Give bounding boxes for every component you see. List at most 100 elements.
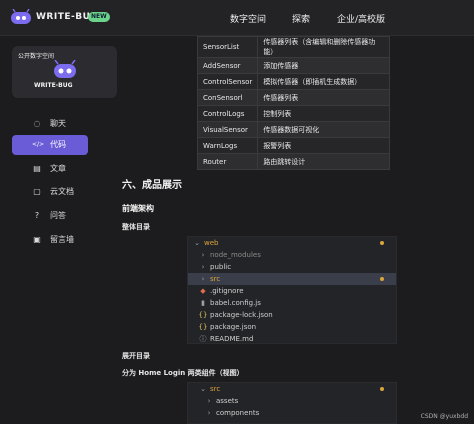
bug-mascot-icon <box>54 60 76 78</box>
top-bar: WRITE-BUG NEW 数字空间 探索 企业/高校版 <box>0 0 474 36</box>
tree-item[interactable]: › assets <box>188 395 396 407</box>
sidebar-item-qa[interactable]: ? 问答 <box>12 206 88 226</box>
tree-item-icon: {} <box>198 323 208 331</box>
tree-item[interactable]: ⌄ src <box>188 383 396 395</box>
tree-item[interactable]: ⓘ README.md <box>188 333 396 345</box>
table-cell-component: Router <box>196 153 259 170</box>
table-row: ConSensorl 传感器列表 <box>196 89 390 106</box>
watermark: CSDN @yuxbdd <box>420 413 468 420</box>
front-end-title: 前端架构 <box>122 204 154 213</box>
tree-item[interactable]: › components <box>188 407 396 419</box>
sidebar-item-label: 聊天 <box>50 119 66 128</box>
tree-item-name: components <box>216 409 260 417</box>
new-badge: NEW <box>88 12 110 22</box>
tree-item-icon: {} <box>198 311 208 319</box>
table-row: AddSensor 添加传感器 <box>196 57 390 74</box>
tree-item-icon: ◆ <box>200 287 206 295</box>
tree-item-icon: › <box>207 397 211 405</box>
tree-item[interactable]: {} package-lock.json <box>188 309 396 321</box>
sidebar-item-label: 云文档 <box>50 187 74 196</box>
tree-item-name: src <box>210 275 221 283</box>
table-row: Router 路由跳转设计 <box>196 153 390 170</box>
sidebar-item-label: 文章 <box>50 164 66 173</box>
section-title: 六、成品展示 <box>122 180 182 191</box>
table-cell-component: ConSensorl <box>196 89 259 106</box>
tree-item[interactable]: ◆ .gitignore <box>188 285 396 297</box>
tree-item-name: babel.config.js <box>210 299 261 307</box>
nav-explore[interactable]: 探索 <box>292 12 310 25</box>
table-row: WarnLogs 报警列表 <box>196 137 390 154</box>
overall-dir-label: 整体目录 <box>122 223 150 231</box>
sidebar-item-chat[interactable]: ◌ 聊天 <box>12 114 88 134</box>
tree-item-name: src <box>210 385 221 393</box>
sidebar-item-label: 代码 <box>50 140 66 149</box>
modified-indicator-icon <box>380 277 384 281</box>
tree-item-icon: ⓘ <box>199 335 207 343</box>
file-tree-overall: ⌄ web › node_modules › public › src ◆ .gitignore ▮… <box>187 236 397 344</box>
table-cell-component: VisualSensor <box>196 121 259 138</box>
tree-item-name: README.md <box>210 335 254 343</box>
message-wall-icon: ▣ <box>33 235 41 244</box>
modified-indicator-icon <box>380 387 384 391</box>
table-cell-component: ControlSensor <box>196 73 259 90</box>
table-cell-description: 路由跳转设计 <box>257 153 390 170</box>
tree-item-name: package-lock.json <box>210 311 273 319</box>
table-row: VisualSensor 传感器数据可视化 <box>196 121 390 138</box>
sidebar-item-cloud-doc[interactable]: ▢ 云文档 <box>12 182 88 202</box>
write-bug-logo-icon[interactable] <box>10 9 32 25</box>
code-icon: </> <box>32 141 45 148</box>
tree-item[interactable]: ▮ babel.config.js <box>188 297 396 309</box>
table-cell-description: 模拟传感器（即插机生成数据） <box>257 73 390 90</box>
sidebar-item-code[interactable]: </> 代码 <box>12 135 88 155</box>
tree-item-icon: › <box>207 409 211 417</box>
tree-item-icon: ⌄ <box>200 385 206 393</box>
table-row: SensorList 传感器列表（含编辑和删除传感器功能） <box>196 36 390 58</box>
table-cell-component: ControlLogs <box>196 105 259 122</box>
article-icon: ▤ <box>33 164 41 173</box>
tree-item-name: node_modules <box>210 251 261 259</box>
table-cell-component: AddSensor <box>196 57 259 74</box>
chat-icon: ◌ <box>33 119 41 128</box>
tree-item[interactable]: ⌄ web <box>188 237 396 249</box>
tree-item-name: package.json <box>210 323 257 331</box>
tree-item[interactable]: {} package.json <box>188 321 396 333</box>
sidebar-item-label: 留言墙 <box>50 235 74 244</box>
table-cell-description: 添加传感器 <box>257 57 390 74</box>
sidebar-item-label: 问答 <box>50 211 66 220</box>
table-row: ControlLogs 控制列表 <box>196 105 390 122</box>
component-table: SensorList 传感器列表（含编辑和删除传感器功能） AddSensor 添加… <box>196 36 390 170</box>
table-cell-component: SensorList <box>196 36 259 58</box>
table-row: ControlSensor 模拟传感器（即插机生成数据） <box>196 73 390 90</box>
space-card[interactable]: 公开数字空间 WRITE-BUG <box>12 46 117 98</box>
tree-item-icon: › <box>201 251 205 259</box>
tree-item[interactable]: › node_modules <box>188 249 396 261</box>
table-cell-component: WarnLogs <box>196 137 259 154</box>
sidebar-item-article[interactable]: ▤ 文章 <box>12 159 88 179</box>
tree-item-icon: ⌄ <box>194 239 200 247</box>
file-tree-expanded: ⌄ src › assets › components <box>187 382 397 424</box>
tree-item-name: public <box>210 263 232 271</box>
table-cell-description: 传感器列表（含编辑和删除传感器功能） <box>257 36 390 58</box>
table-cell-description: 传感器数据可视化 <box>257 121 390 138</box>
tree-item-icon: › <box>201 275 205 283</box>
sidebar-item-message-wall[interactable]: ▣ 留言墙 <box>12 230 88 250</box>
nav-digital-space[interactable]: 数字空间 <box>230 12 266 25</box>
expand-dir-label: 展开目录 <box>122 352 150 360</box>
space-card-brand: WRITE-BUG <box>34 82 73 89</box>
table-cell-description: 报警列表 <box>257 137 390 154</box>
modified-indicator-icon <box>380 241 384 245</box>
tree-item[interactable]: › public <box>188 261 396 273</box>
tree-item-name: assets <box>216 397 239 405</box>
sidebar: 公开数字空间 WRITE-BUG ◌ 聊天 </> 代码 ▤ 文章 ▢ 云文档 … <box>0 36 122 424</box>
tree-item-name: web <box>204 239 219 247</box>
table-cell-description: 传感器列表 <box>257 89 390 106</box>
split-desc-label: 分为 Home Login 两类组件（视图） <box>122 369 244 377</box>
tree-item-name: .gitignore <box>210 287 244 295</box>
nav-enterprise[interactable]: 企业/高校版 <box>337 12 385 25</box>
table-cell-description: 控制列表 <box>257 105 390 122</box>
qa-icon: ? <box>34 211 40 220</box>
tree-item-icon: ▮ <box>201 299 205 307</box>
tree-item[interactable]: › src <box>188 273 396 285</box>
tree-item-icon: › <box>201 263 205 271</box>
cloud-doc-icon: ▢ <box>33 187 41 196</box>
